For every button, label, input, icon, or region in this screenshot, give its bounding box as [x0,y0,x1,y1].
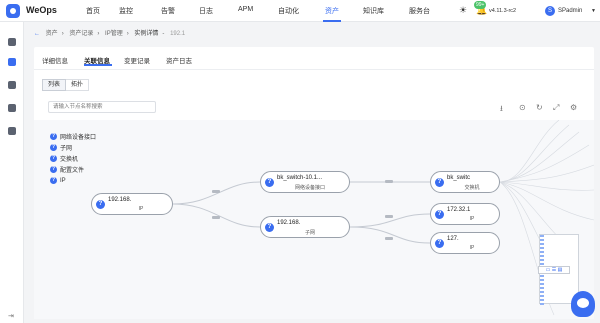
target-icon[interactable]: ⊙ [519,103,526,112]
fullscreen-icon[interactable]: ⤢ [553,103,559,113]
edge-subnet-ip3 [349,226,431,244]
notification-badge: 99+ [474,1,487,9]
nav-item-home[interactable]: 首页 [86,6,100,16]
nav-item-apm[interactable]: APM [238,6,253,13]
topology-node[interactable]: ? bk_switch-10.1... 网络设备接口 [260,171,350,193]
legend-item[interactable]: ? 配置文件 [50,161,84,174]
view-list-button[interactable]: 列表 [42,79,67,91]
shield-icon[interactable] [8,104,16,112]
top-navigation-bar: WeOps 首页 监控 告警 日志 APM 自动化 资产 知识库 服务台 ☀ 🔔… [0,0,600,22]
help-icon: ? [435,210,444,219]
weops-logo[interactable] [6,4,20,18]
tab-change-log[interactable]: 变更记录 [124,55,150,65]
view-topology-button[interactable]: 拓扑 [66,79,90,91]
chevron-down-icon[interactable]: ▼ [591,8,596,14]
legend-item[interactable]: ? 子网 [50,139,72,152]
user-name[interactable]: SPadmin [558,8,582,14]
help-icon: ? [265,223,274,232]
help-icon: ? [96,200,105,209]
topology-node[interactable]: ? 192.168. 子网 [260,216,350,238]
topology-node[interactable]: ? 192.168. IP [91,193,173,215]
app-name: WeOps [26,5,57,15]
active-tab-indicator [84,64,112,66]
breadcrumb-item[interactable]: 资产记录 [69,31,93,37]
database-icon[interactable] [8,81,16,89]
legend-item[interactable]: ? 网络设备接口 [50,128,96,141]
sun-icon[interactable]: ☀ [459,5,467,16]
refresh-icon[interactable]: ↻ [536,103,543,112]
topology-canvas[interactable]: ? 网络设备接口 ? 子网 ? 交换机 ? 配置文件 ? IP ? 192.168. IP… [34,120,594,319]
download-icon[interactable]: ⭳ [500,103,503,117]
topology-node[interactable]: ? bk_switc 交换机 [430,171,500,193]
detail-panel: 详细信息 关联信息 变更记录 资产日志 列表 拓扑 ⭳ ⊙ ↻ ⤢ ⚙ [34,47,594,319]
settings-icon[interactable]: ⚙ [570,103,577,112]
edge-label-tag [385,237,393,240]
active-nav-indicator [323,20,341,22]
assistant-mascot-icon[interactable] [571,291,595,317]
collapse-icon[interactable]: ⇥ [8,312,14,320]
help-icon: ? [265,178,274,187]
asset-icon[interactable] [8,58,16,66]
help-icon: ? [435,239,444,248]
topology-node[interactable]: ? 172.32.1 IP [430,203,500,225]
nav-item-service-desk[interactable]: 服务台 [409,6,430,16]
tab-asset-log[interactable]: 资产日志 [166,55,192,65]
view-toggle: 列表 拓扑 [42,79,90,91]
breadcrumb-item[interactable]: IP管理 [105,31,123,37]
tab-divider [34,69,594,70]
nav-item-knowledge[interactable]: 知识库 [363,6,384,16]
legend-item[interactable]: ? 交换机 [50,150,78,163]
edge-label-tag [212,216,220,219]
legend-item[interactable]: ? IP [50,172,66,185]
minimap-controls[interactable]: ▭ ☰ ▤ [538,266,570,274]
edge-ip-subnet [172,203,261,228]
node-search-input[interactable] [48,101,156,113]
breadcrumb-current: 实例详情 [134,31,159,37]
nav-item-log[interactable]: 日志 [199,6,213,16]
nav-item-monitor[interactable]: 监控 [119,6,133,16]
help-icon: ? [435,178,444,187]
nav-item-asset[interactable]: 资产 [325,6,339,16]
nav-item-automation[interactable]: 自动化 [278,6,299,16]
version-label: v4.11.3-rc2 [489,8,517,14]
bookmark-icon[interactable] [8,127,16,135]
nav-item-alert[interactable]: 告警 [161,6,175,16]
grid-icon[interactable] [8,38,16,46]
edge-label-tag [385,180,393,183]
back-icon[interactable]: ← [34,31,40,37]
user-avatar[interactable]: S [545,6,555,16]
sidebar: ⇥ [0,22,24,323]
breadcrumb: ← 资产 › 资产记录 › IP管理 › 实例详情 - 192.1 [34,31,186,37]
edge-label-tag [385,215,393,218]
edge-label-tag [212,190,220,193]
tab-details[interactable]: 详细信息 [42,55,68,65]
breadcrumb-item[interactable]: 资产 [46,31,58,37]
topology-node[interactable]: ? 127. IP [430,232,500,254]
breadcrumb-instance-id: 192.1 [170,31,186,37]
